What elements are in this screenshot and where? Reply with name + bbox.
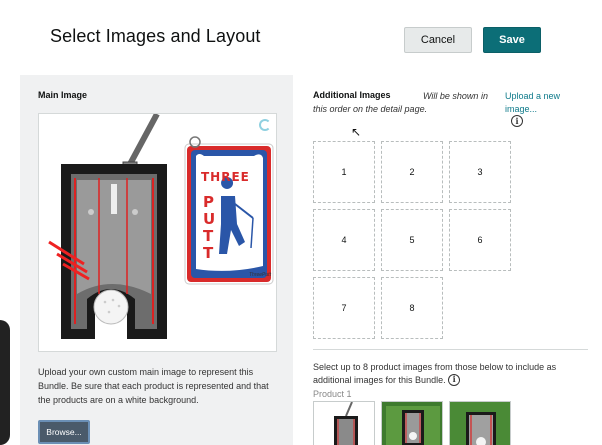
- select-product-images-description: Select up to 8 product images from those…: [313, 361, 593, 387]
- additional-images-note: Will be shown in this order on the detai…: [313, 91, 488, 114]
- cancel-button[interactable]: Cancel: [404, 27, 472, 53]
- putting-mirror-closeup-thumbnail: [450, 402, 510, 445]
- towel-text-putt: PUTT: [203, 193, 216, 262]
- image-slot-2[interactable]: 2: [381, 141, 443, 203]
- main-image-panel: Main Image ThreePutt THREE PUTT Upload y…: [20, 75, 293, 445]
- info-icon[interactable]: i: [511, 115, 523, 127]
- browse-button[interactable]: Browse...: [38, 420, 90, 444]
- putting-mirror-product-image: ThreePutt: [48, 114, 274, 339]
- select-description-text: Select up to 8 product images from those…: [313, 362, 557, 385]
- product-label: Product 1: [313, 389, 352, 399]
- selection-info-icon[interactable]: i: [448, 373, 461, 386]
- page-title: Select Images and Layout: [50, 26, 261, 46]
- putting-mirror-thumbnail: [334, 402, 358, 445]
- main-image-preview[interactable]: ThreePutt THREE PUTT: [38, 113, 277, 352]
- save-button[interactable]: Save: [483, 27, 541, 53]
- image-slot-5[interactable]: 5: [381, 209, 443, 271]
- mouse-cursor-icon: ↖: [351, 125, 362, 139]
- upload-description: Upload your own custom main image to rep…: [38, 367, 269, 405]
- main-image-label: Main Image: [38, 90, 88, 100]
- image-slot-1[interactable]: 1: [313, 141, 375, 203]
- upload-new-image-link[interactable]: Upload a new image...: [505, 90, 575, 116]
- image-slot-6[interactable]: 6: [449, 209, 511, 271]
- product-thumbnail-2[interactable]: [381, 401, 443, 445]
- product-thumbnail-3[interactable]: [449, 401, 511, 445]
- loading-spinner-icon: [259, 119, 271, 131]
- image-slot-3[interactable]: 3: [449, 141, 511, 203]
- section-divider: [313, 349, 588, 350]
- putting-mirror-on-grass-thumbnail: [382, 402, 442, 445]
- image-slot-8[interactable]: 8: [381, 277, 443, 339]
- image-slot-7[interactable]: 7: [313, 277, 375, 339]
- image-slot-4[interactable]: 4: [313, 209, 375, 271]
- background-object: [0, 320, 10, 445]
- towel-text-three: THREE: [201, 170, 250, 184]
- svg-text:ThreePutt: ThreePutt: [249, 272, 272, 278]
- product-thumbnail-1[interactable]: [313, 401, 375, 445]
